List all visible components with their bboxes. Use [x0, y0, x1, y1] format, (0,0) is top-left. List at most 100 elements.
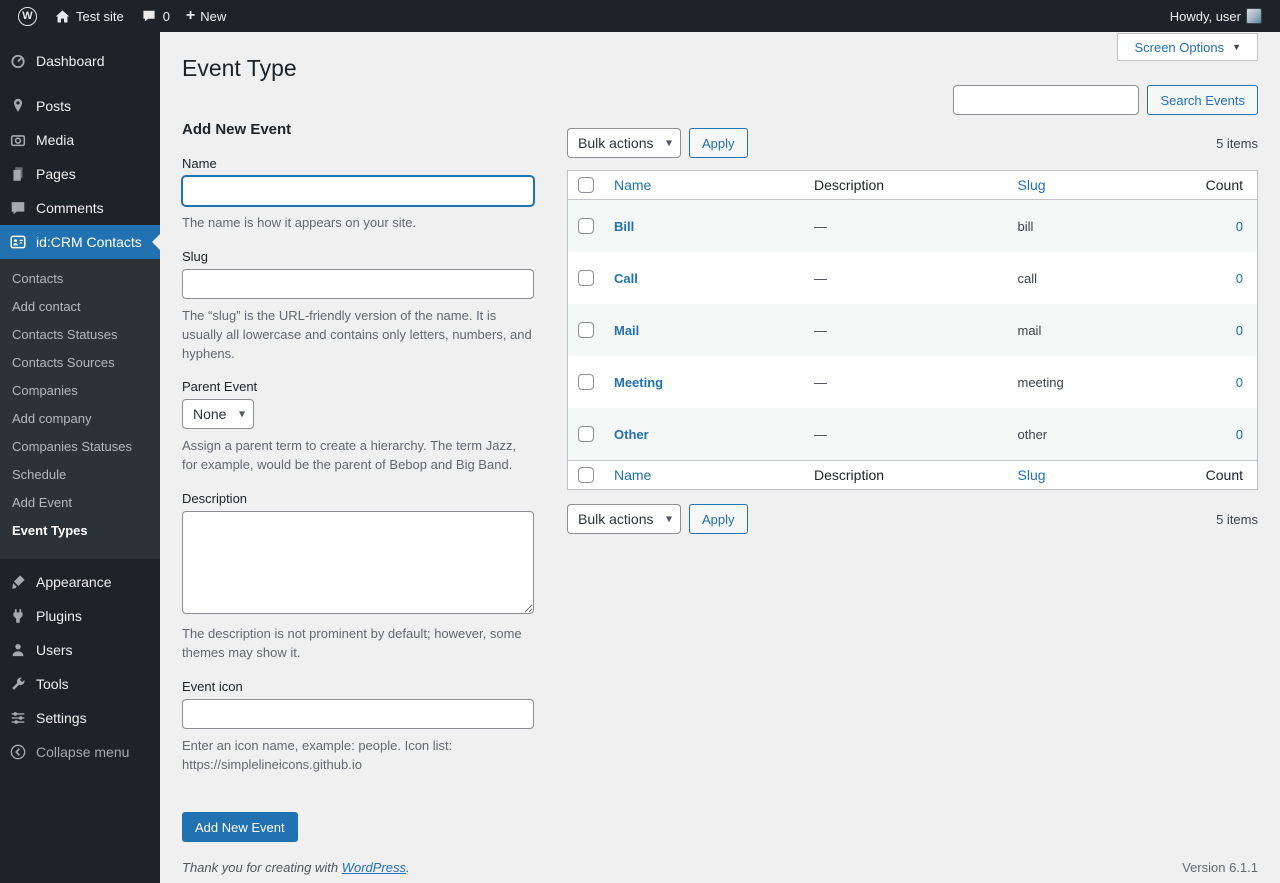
- footer-thanks-suffix: .: [406, 860, 410, 875]
- add-event-form: Add New Event Name The name is how it ap…: [182, 85, 534, 843]
- row-slug-cell: other: [1017, 426, 1048, 442]
- sidebar-item-users[interactable]: Users: [0, 633, 160, 667]
- screen-options-button[interactable]: Screen Options ▼: [1117, 33, 1258, 61]
- event-type-link[interactable]: Bill: [614, 219, 634, 234]
- count-link[interactable]: 0: [1236, 323, 1243, 338]
- sliders-icon: [8, 708, 28, 728]
- person-icon: [8, 640, 28, 660]
- collapse-arrow-icon: [8, 742, 28, 762]
- sort-slug-link[interactable]: Slug: [1018, 467, 1046, 483]
- plus-icon: +: [185, 7, 196, 24]
- paintbrush-icon: [8, 572, 28, 592]
- admin-bar: W Test site 0 + New Howdy, user: [0, 0, 1280, 32]
- name-label: Name: [182, 156, 217, 171]
- sidebar-item-label: Appearance: [36, 574, 112, 590]
- parent-event-help: Assign a parent term to create a hierarc…: [182, 438, 517, 473]
- row-slug-cell: bill: [1017, 218, 1034, 234]
- parent-event-select[interactable]: None: [182, 399, 254, 430]
- apply-button[interactable]: Apply: [689, 504, 748, 534]
- slug-input[interactable]: [182, 268, 534, 299]
- row-name-cell: Bill: [604, 200, 804, 253]
- count-link[interactable]: 0: [1236, 375, 1243, 390]
- sort-slug-link[interactable]: Slug: [1018, 177, 1046, 193]
- comments-menu[interactable]: 0: [132, 0, 178, 32]
- table-header-row: Name Description Slug Count: [567, 170, 1258, 200]
- submenu-item-companies[interactable]: Companies: [0, 377, 160, 405]
- bulk-actions-select[interactable]: Bulk actions: [567, 128, 681, 158]
- sidebar-item-dashboard[interactable]: Dashboard: [0, 44, 160, 78]
- count-link[interactable]: 0: [1236, 219, 1243, 234]
- submenu-item-add-contact[interactable]: Add contact: [0, 293, 160, 321]
- comments-count: 0: [162, 8, 170, 24]
- name-input[interactable]: [182, 176, 534, 206]
- select-all-checkbox[interactable]: [578, 177, 594, 193]
- row-checkbox[interactable]: [578, 426, 594, 442]
- pin-icon: [8, 96, 28, 116]
- sort-name-link[interactable]: Name: [614, 467, 651, 483]
- row-checkbox[interactable]: [578, 270, 594, 286]
- slug-help: The “slug” is the URL-friendly version o…: [182, 307, 532, 361]
- sidebar-item-appearance[interactable]: Appearance: [0, 565, 160, 599]
- submenu-item-add-event[interactable]: Add Event: [0, 489, 160, 517]
- sidebar-item-media[interactable]: Media: [0, 123, 160, 157]
- sidebar-item-plugins[interactable]: Plugins: [0, 599, 160, 633]
- sidebar-item-label: Media: [36, 132, 75, 148]
- table-row: Bill — bill 0: [567, 199, 1258, 253]
- event-icon-input[interactable]: [182, 698, 534, 729]
- sidebar-item-posts[interactable]: Posts: [0, 89, 160, 123]
- sidebar-item-label: Dashboard: [36, 53, 105, 69]
- row-checkbox[interactable]: [578, 218, 594, 234]
- collapse-menu-label: Collapse menu: [36, 744, 130, 760]
- count-link[interactable]: 0: [1236, 271, 1243, 286]
- new-content-menu[interactable]: + New: [178, 0, 234, 32]
- row-select-cell: [568, 408, 605, 461]
- submenu-item-contacts-sources[interactable]: Contacts Sources: [0, 349, 160, 377]
- sidebar-item-label: Tools: [36, 676, 69, 692]
- sidebar-item-label: Pages: [36, 166, 76, 182]
- table-footer-row: Name Description Slug Count: [567, 460, 1258, 490]
- screen-options-label: Screen Options: [1134, 39, 1225, 55]
- row-count-cell: 0: [1188, 304, 1258, 356]
- collapse-menu-button[interactable]: Collapse menu: [0, 735, 160, 769]
- wrench-icon: [8, 674, 28, 694]
- column-header-slug: Slug: [1007, 170, 1188, 200]
- sidebar-item-settings[interactable]: Settings: [0, 701, 160, 735]
- add-new-event-button[interactable]: Add New Event: [182, 812, 298, 843]
- sidebar-item-pages[interactable]: Pages: [0, 157, 160, 191]
- submenu-item-contacts-statuses[interactable]: Contacts Statuses: [0, 321, 160, 349]
- sort-name-link[interactable]: Name: [614, 177, 651, 193]
- submenu-item-event-types[interactable]: Event Types: [0, 517, 160, 545]
- bulk-actions-select[interactable]: Bulk actions: [567, 504, 681, 534]
- wordpress-link[interactable]: WordPress: [342, 860, 406, 875]
- submenu-item-schedule[interactable]: Schedule: [0, 461, 160, 489]
- search-input[interactable]: [953, 85, 1140, 115]
- sidebar-item-crm-contacts[interactable]: id:CRM Contacts: [0, 225, 160, 259]
- account-menu[interactable]: Howdy, user: [1162, 0, 1270, 32]
- select-all-checkbox[interactable]: [578, 467, 594, 483]
- row-checkbox[interactable]: [578, 322, 594, 338]
- event-type-link[interactable]: Mail: [614, 323, 639, 338]
- version-text: Version 6.1.1: [1182, 860, 1258, 875]
- apply-button[interactable]: Apply: [689, 128, 748, 158]
- count-link[interactable]: 0: [1236, 427, 1243, 442]
- sidebar-item-tools[interactable]: Tools: [0, 667, 160, 701]
- site-menu[interactable]: Test site: [45, 0, 132, 32]
- sidebar-item-comments[interactable]: Comments: [0, 191, 160, 225]
- submenu-item-companies-statuses[interactable]: Companies Statuses: [0, 433, 160, 461]
- submenu-item-add-company[interactable]: Add company: [0, 405, 160, 433]
- description-textarea[interactable]: [182, 511, 534, 615]
- column-footer-name: Name: [604, 460, 804, 490]
- row-checkbox[interactable]: [578, 374, 594, 390]
- event-types-table: Name Description Slug Count Bill — bill …: [567, 170, 1258, 490]
- sidebar-item-label: id:CRM Contacts: [36, 234, 142, 250]
- event-type-link[interactable]: Meeting: [614, 375, 663, 390]
- footer-thanks: Thank you for creating with WordPress.: [182, 860, 410, 875]
- column-header-count: Count: [1187, 170, 1258, 200]
- search-events-button[interactable]: Search Events: [1147, 85, 1258, 115]
- event-type-link[interactable]: Call: [614, 271, 638, 286]
- event-type-link[interactable]: Other: [614, 427, 649, 442]
- submenu-item-contacts[interactable]: Contacts: [0, 265, 160, 293]
- page-title: Event Type: [182, 55, 297, 81]
- description-help: The description is not prominent by defa…: [182, 626, 522, 660]
- wordpress-logo-menu[interactable]: W: [10, 0, 45, 32]
